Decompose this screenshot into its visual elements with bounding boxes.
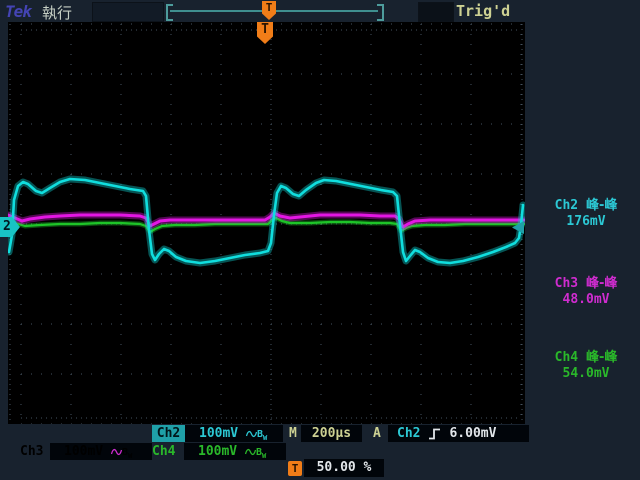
ac-coupling-icon bbox=[244, 448, 257, 455]
header-readout-box-2 bbox=[418, 2, 454, 22]
ch4-channel-tag: Ch4 bbox=[152, 444, 176, 459]
ch2-scale-readout: 100mV BW bbox=[185, 425, 283, 442]
horizontal-position-readout: 50.00 % bbox=[304, 459, 384, 477]
acquisition-status: 執行 bbox=[42, 4, 73, 22]
ch2-channel-tag: Ch2 bbox=[152, 425, 185, 442]
measurement-ch3-pkpk: Ch3 峰-峰 48.0mV bbox=[533, 276, 639, 308]
ac-coupling-icon bbox=[110, 448, 123, 455]
trigger-prefix: A bbox=[373, 426, 381, 441]
bandwidth-limit-icon: BW bbox=[256, 429, 268, 442]
tek-logo: Tek bbox=[5, 2, 32, 21]
waveform-display bbox=[8, 22, 525, 424]
ch4-scale-readout: 100mV BW bbox=[184, 443, 286, 460]
timebase-label: M bbox=[289, 426, 297, 441]
record-view-left-bracket bbox=[166, 4, 173, 21]
record-view-right-bracket bbox=[377, 4, 384, 21]
ac-coupling-icon bbox=[245, 430, 258, 437]
bandwidth-limit-icon: BW bbox=[121, 447, 133, 460]
measurement-label: Ch2 峰-峰 bbox=[554, 198, 618, 213]
horizontal-position-marker-icon: T bbox=[288, 461, 302, 476]
rising-edge-icon bbox=[429, 428, 441, 439]
measurement-value: 176mV bbox=[566, 214, 606, 229]
ch3-scale-readout: 100mV BW bbox=[50, 443, 152, 460]
measurement-value: 48.0mV bbox=[562, 292, 610, 307]
trigger-source: Ch2 bbox=[397, 426, 421, 441]
measurement-value: 54.0mV bbox=[562, 366, 610, 381]
trigger-level: 6.00mV bbox=[449, 426, 497, 441]
trigger-readout: Ch2 6.00mV bbox=[388, 425, 529, 442]
measurement-ch2-pkpk: Ch2 峰-峰 176mV bbox=[533, 198, 639, 230]
trigger-status: Trig'd bbox=[456, 2, 511, 20]
measurement-label: Ch4 峰-峰 bbox=[554, 350, 618, 365]
timebase-readout: 200µs bbox=[301, 425, 362, 442]
header-readout-box bbox=[92, 2, 164, 22]
measurement-ch4-pkpk: Ch4 峰-峰 54.0mV bbox=[533, 350, 639, 382]
ch3-channel-tag: Ch3 bbox=[20, 444, 44, 459]
record-view-trigger-marker-icon: T bbox=[262, 1, 276, 20]
measurement-label: Ch3 峰-峰 bbox=[554, 276, 618, 291]
bandwidth-limit-icon: BW bbox=[255, 447, 267, 460]
oscilloscope-screen: Tek 執行 T Trig'd T 2 Ch2 峰-峰 176mV Ch3 峰-… bbox=[0, 0, 640, 480]
